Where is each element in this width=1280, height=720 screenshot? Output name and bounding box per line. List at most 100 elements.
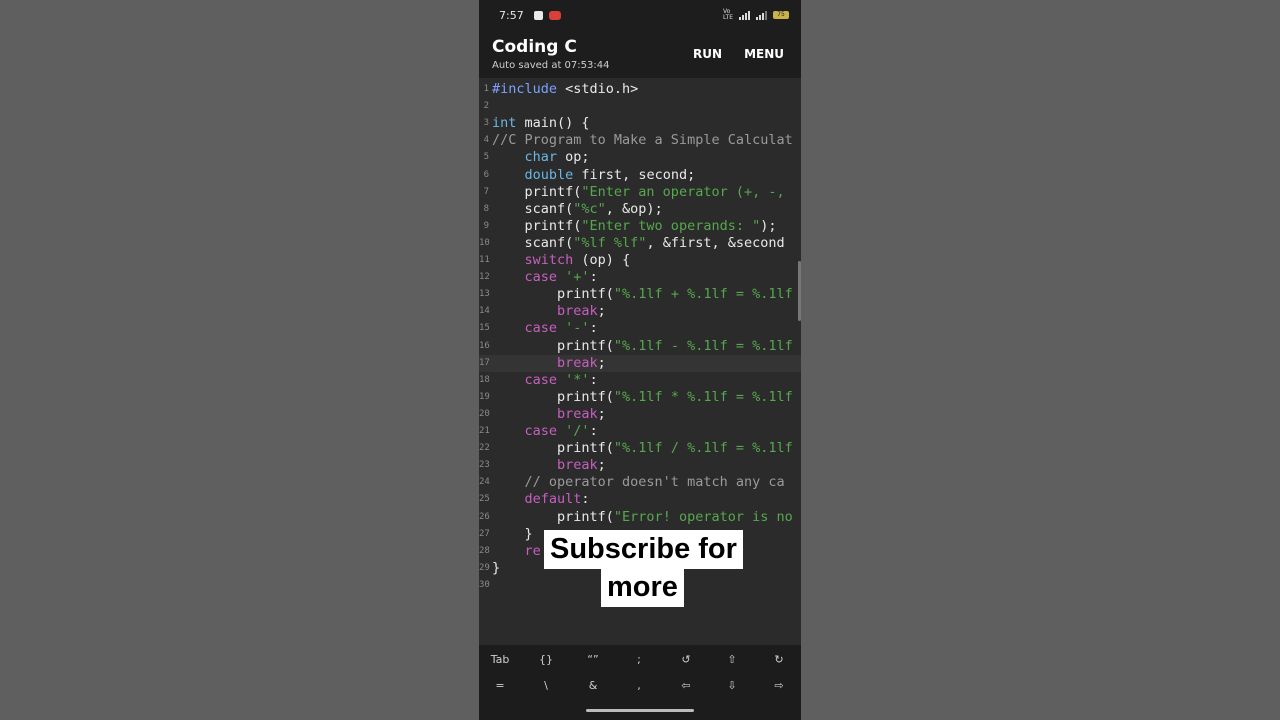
- code-text: #include <stdio.h>: [492, 81, 639, 97]
- code-text: default:: [524, 491, 590, 508]
- code-text: break;: [557, 457, 606, 474]
- line-number: 16: [479, 340, 490, 351]
- app-title: Coding C: [492, 37, 577, 57]
- line-number: 11: [479, 255, 490, 265]
- extra-key[interactable]: =: [479, 673, 523, 697]
- code-text: case '+':: [524, 269, 598, 286]
- code-line[interactable]: 23 break;: [479, 457, 801, 474]
- line-number: 23: [479, 460, 490, 471]
- code-line[interactable]: 1 #include <stdio.h>: [479, 81, 801, 98]
- extra-key[interactable]: ⇧: [709, 647, 755, 671]
- code-line[interactable]: 7 printf("Enter an operator (+, -,: [479, 184, 801, 201]
- extra-key[interactable]: ,: [616, 673, 662, 697]
- overlay-text-line-1: Subscribe for: [544, 530, 743, 569]
- code-text: // operator doesn't match any ca: [492, 474, 785, 491]
- code-line[interactable]: 11 switch (op) {: [479, 252, 801, 269]
- line-number: 18: [479, 374, 490, 385]
- line-number: 17: [479, 357, 490, 368]
- code-text: printf("Enter an operator (+, -,: [492, 183, 785, 200]
- signal-icon-2: [756, 10, 767, 20]
- line-number: 19: [479, 391, 490, 402]
- code-line[interactable]: 10 scanf("%lf %lf", &first, &second: [479, 235, 801, 252]
- line-number: 5: [483, 152, 489, 163]
- code-text: }: [492, 525, 533, 542]
- line-number: 21: [479, 426, 490, 436]
- code-line[interactable]: 8 scanf("%c", &op);: [479, 201, 801, 218]
- code-line[interactable]: 14 break;: [479, 303, 801, 320]
- line-number: 4: [483, 135, 489, 146]
- extra-key[interactable]: “”: [570, 647, 616, 671]
- extra-key[interactable]: Tab: [479, 647, 523, 671]
- code-text: case '-':: [524, 320, 598, 337]
- line-number: 12: [479, 272, 490, 283]
- code-line[interactable]: 6 double first, second;: [479, 167, 801, 184]
- code-line[interactable]: 3 int main() {: [479, 115, 801, 132]
- line-number: 14: [479, 306, 490, 317]
- code-line[interactable]: 15 case '-':: [479, 320, 801, 337]
- code-line[interactable]: 20 break;: [479, 406, 801, 423]
- line-number: 10: [479, 237, 490, 248]
- code-text: printf("Enter two operands: ");: [492, 217, 777, 234]
- line-number: 13: [479, 289, 490, 300]
- code-line[interactable]: 16 printf("%.1lf - %.1lf = %.1lf: [479, 338, 801, 355]
- volte-icon: Vo LTE: [723, 8, 733, 21]
- extra-key[interactable]: ⇩: [709, 673, 755, 697]
- line-number: 8: [483, 203, 489, 214]
- code-text: char op;: [524, 149, 590, 166]
- code-text: scanf("%lf %lf", &first, &second: [492, 234, 785, 251]
- code-line[interactable]: 21 case '/':: [479, 423, 801, 440]
- extra-key[interactable]: {}: [523, 647, 569, 671]
- code-line[interactable]: 5 char op;: [479, 149, 801, 166]
- code-text: case '*':: [524, 371, 598, 388]
- code-text: break;: [557, 405, 606, 422]
- code-line[interactable]: 18 case '*':: [479, 372, 801, 389]
- menu-button[interactable]: MENU: [744, 47, 784, 61]
- line-number: 15: [479, 323, 490, 334]
- line-number: 22: [479, 443, 490, 454]
- signal-icon: [739, 10, 750, 20]
- overlay-text-line-2: more: [601, 568, 684, 607]
- code-line[interactable]: 24 // operator doesn't match any ca: [479, 474, 801, 491]
- code-text: printf("%.1lf / %.1lf = %.1lf: [492, 440, 793, 457]
- line-number: 20: [479, 408, 490, 419]
- code-line[interactable]: 13 printf("%.1lf + %.1lf = %.1lf: [479, 286, 801, 303]
- code-line[interactable]: 22 printf("%.1lf / %.1lf = %.1lf: [479, 440, 801, 457]
- extra-keys-bar: Tab{} “”; ↺ ⇧ ↻ = \ &, ⇦ ⇩ ⇨: [479, 645, 801, 707]
- code-text: printf("%.1lf - %.1lf = %.1lf: [492, 337, 793, 354]
- code-text: scanf("%c", &op);: [492, 200, 663, 217]
- extra-key[interactable]: &: [570, 673, 616, 697]
- code-line[interactable]: 12 case '+':: [479, 269, 801, 286]
- code-text: switch (op) {: [524, 252, 631, 268]
- code-text: int main() {: [492, 115, 590, 132]
- status-bar: 7:57 Vo LTE 75: [479, 0, 801, 30]
- code-text: //C Program to Make a Simple Calculat: [492, 132, 793, 149]
- extra-key[interactable]: ↻: [756, 647, 801, 671]
- line-number: 27: [479, 528, 490, 539]
- code-line[interactable]: 2: [479, 98, 801, 115]
- code-line[interactable]: 4//C Program to Make a Simple Calculat: [479, 132, 801, 149]
- line-number: 24: [479, 477, 490, 488]
- extra-key[interactable]: ;: [616, 647, 662, 671]
- line-number: 26: [479, 511, 490, 522]
- line-number: 1: [483, 84, 489, 94]
- line-number: 28: [479, 545, 490, 556]
- code-line[interactable]: 19 printf("%.1lf * %.1lf = %.1lf: [479, 389, 801, 406]
- phone-screen: 7:57 Vo LTE 75 Coding C Auto saved at 07:…: [479, 0, 801, 720]
- code-line[interactable]: 9 printf("Enter two operands: ");: [479, 218, 801, 235]
- autosave-status: Auto saved at 07:53:44: [492, 60, 610, 71]
- code-text: printf("%.1lf + %.1lf = %.1lf: [492, 286, 793, 303]
- code-text: printf("%.1lf * %.1lf = %.1lf: [492, 388, 793, 405]
- line-number: 25: [479, 494, 490, 505]
- code-line[interactable]: 26 printf("Error! operator is no: [479, 509, 801, 526]
- code-line[interactable]: 25 default:: [479, 491, 801, 508]
- notification-icon: [533, 10, 543, 20]
- extra-key[interactable]: \: [523, 673, 569, 697]
- code-text: }: [492, 559, 501, 576]
- extra-key[interactable]: ⇨: [756, 673, 801, 697]
- run-button[interactable]: RUN: [693, 47, 722, 61]
- extra-key[interactable]: ⇦: [663, 673, 709, 697]
- code-line[interactable]: 17 break;: [479, 354, 801, 372]
- gesture-handle[interactable]: [586, 709, 694, 712]
- extra-key[interactable]: ↺: [663, 647, 709, 671]
- code-text: break;: [557, 354, 606, 371]
